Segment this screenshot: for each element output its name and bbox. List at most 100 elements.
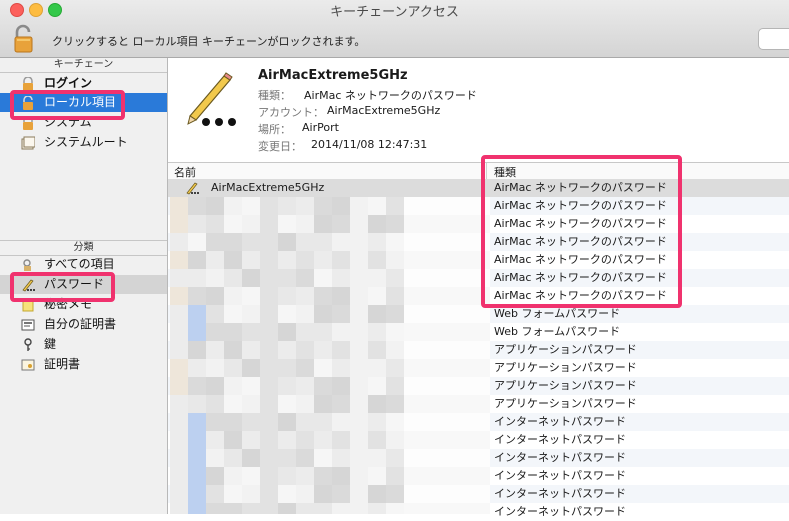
mosaic-cell <box>314 215 332 233</box>
row-kind: アプリケーションパスワード <box>494 343 637 356</box>
column-header-name[interactable]: 名前 <box>174 164 196 180</box>
mosaic-cell <box>242 395 260 413</box>
mosaic-cell <box>296 431 314 449</box>
mosaic-cell <box>422 269 440 287</box>
mosaic-cell <box>296 413 314 431</box>
row-kind: インターネットパスワード <box>494 433 626 446</box>
mosaic-cell <box>206 449 224 467</box>
sidebar-item-certificates[interactable]: 証明書 <box>0 355 167 374</box>
mosaic-cell <box>242 341 260 359</box>
mosaic-cell <box>296 467 314 485</box>
mosaic-cell <box>278 341 296 359</box>
mosaic-cell <box>332 197 350 215</box>
mosaic-cell <box>278 287 296 305</box>
mosaic-cell <box>242 305 260 323</box>
mosaic-cell <box>368 467 386 485</box>
mosaic-cell <box>386 215 404 233</box>
mosaic-cell <box>170 413 188 431</box>
mosaic-cell <box>224 449 242 467</box>
sidebar-item-label: 証明書 <box>44 357 81 371</box>
mosaic-cell <box>440 467 458 485</box>
mosaic-cell <box>422 359 440 377</box>
mosaic-cell <box>278 323 296 341</box>
mosaic-cell <box>476 251 490 269</box>
mosaic-cell <box>224 431 242 449</box>
mosaic-cell <box>350 323 368 341</box>
mosaic-cell <box>440 341 458 359</box>
mosaic-cell <box>314 395 332 413</box>
mosaic-cell <box>224 323 242 341</box>
row-kind: AirMac ネットワークのパスワード <box>494 271 667 284</box>
mosaic-cell <box>386 485 404 503</box>
row-kind: アプリケーションパスワード <box>494 361 637 374</box>
mosaic-cell <box>476 431 490 449</box>
sidebar-item-label: 鍵 <box>44 337 57 351</box>
sidebar-item-keys[interactable]: 鍵 <box>0 335 167 354</box>
row-kind: Web フォームパスワード <box>494 307 621 320</box>
mosaic-cell <box>170 485 188 503</box>
sidebar-item-login[interactable]: ログイン <box>0 74 167 93</box>
mosaic-cell <box>224 395 242 413</box>
mosaic-cell <box>404 323 422 341</box>
mosaic-cell <box>386 503 404 514</box>
mosaic-cell <box>206 413 224 431</box>
mosaic-cell <box>224 485 242 503</box>
mosaic-cell <box>278 269 296 287</box>
column-header-kind[interactable]: 種類 <box>494 164 516 180</box>
mosaic-cell <box>386 467 404 485</box>
mosaic-cell <box>404 197 422 215</box>
sidebar-item-all-items[interactable]: すべての項目 <box>0 255 167 274</box>
item-detail-panel: AirMacExtreme5GHz 種類： AirMac ネットワークのパスワー… <box>168 58 789 163</box>
mosaic-cell <box>368 377 386 395</box>
mosaic-cell <box>206 359 224 377</box>
certificate-folder-icon <box>21 136 35 150</box>
row-kind: AirMac ネットワークのパスワード <box>494 235 667 248</box>
sidebar-item-label: 自分の証明書 <box>44 317 117 331</box>
mosaic-cell <box>350 413 368 431</box>
detail-where-row: 場所： AirPort <box>258 121 339 137</box>
mosaic-cell <box>404 215 422 233</box>
lock-message[interactable]: クリックすると ローカル項目 キーチェーンがロックされます。 <box>52 33 365 49</box>
mosaic-cell <box>368 269 386 287</box>
mosaic-cell <box>314 251 332 269</box>
mosaic-cell <box>206 233 224 251</box>
sidebar-item-local-items[interactable]: ローカル項目 <box>0 93 167 112</box>
mosaic-cell <box>458 323 476 341</box>
mosaic-cell <box>314 197 332 215</box>
mosaic-cell <box>242 233 260 251</box>
mosaic-cell <box>476 197 490 215</box>
mosaic-cell <box>278 449 296 467</box>
mosaic-cell <box>422 251 440 269</box>
mosaic-cell <box>332 287 350 305</box>
mosaic-cell <box>350 449 368 467</box>
unlocked-padlock-icon[interactable] <box>13 24 39 54</box>
table-row[interactable]: AirMacExtreme5GHz AirMac ネットワークのパスワード <box>168 179 789 197</box>
sidebar-item-my-certificates[interactable]: 自分の証明書 <box>0 315 167 334</box>
mosaic-cell <box>242 359 260 377</box>
mosaic-cell <box>458 269 476 287</box>
column-divider[interactable] <box>486 163 487 179</box>
mosaic-cell <box>170 233 188 251</box>
mosaic-cell <box>260 251 278 269</box>
mosaic-cell <box>332 251 350 269</box>
mosaic-cell <box>458 215 476 233</box>
sidebar-item-system[interactable]: システム <box>0 113 167 132</box>
mosaic-cell <box>440 431 458 449</box>
mosaic-cell <box>224 377 242 395</box>
mosaic-cell <box>206 287 224 305</box>
modified-value: 2014/11/08 12:47:31 <box>311 138 428 151</box>
mosaic-cell <box>422 341 440 359</box>
my-certificate-icon <box>21 319 35 331</box>
sidebar-item-secure-notes[interactable]: 秘密メモ <box>0 295 167 314</box>
mosaic-cell <box>278 377 296 395</box>
mosaic-cell <box>368 413 386 431</box>
mosaic-cell <box>260 503 278 514</box>
mosaic-cell <box>260 431 278 449</box>
mosaic-cell <box>476 341 490 359</box>
sidebar-item-passwords[interactable]: パスワード <box>0 275 167 294</box>
mosaic-cell <box>224 287 242 305</box>
search-input[interactable] <box>758 28 789 50</box>
sidebar-item-system-roots[interactable]: システムルート <box>0 133 167 152</box>
mosaic-cell <box>260 215 278 233</box>
mosaic-cell <box>458 449 476 467</box>
